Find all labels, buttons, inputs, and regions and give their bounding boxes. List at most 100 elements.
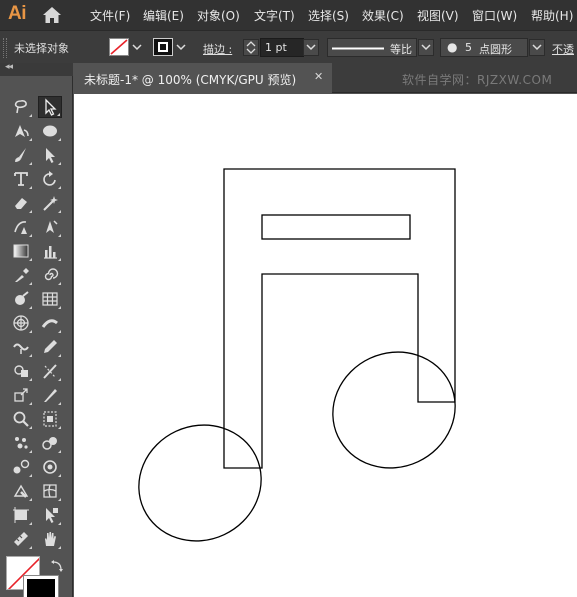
stroke-weight-stepper[interactable] xyxy=(243,39,259,56)
collapse-panel-icon[interactable]: ◂◂ xyxy=(5,62,13,72)
menu-bar: Ai 文件(F) 编辑(E) 对象(O) 文字(T) 选择(S) 效果(C) 视… xyxy=(0,0,577,30)
menu-help[interactable]: 帮助(H) xyxy=(531,7,573,24)
stepper-arrows-icon xyxy=(246,41,256,54)
symbol-shifter-tool-button[interactable] xyxy=(38,456,62,478)
print-tiling-tool-button[interactable] xyxy=(38,408,62,430)
live-paint-selection-icon xyxy=(46,508,58,523)
control-bar: 未选择对象 描边 : 1 pt 等比 ● 5 点圆形 不透 xyxy=(0,30,577,63)
menu-edit[interactable]: 编辑(E) xyxy=(143,7,184,24)
symbol-sprayer-tool-button[interactable] xyxy=(9,432,33,454)
symbolism-tool-button[interactable] xyxy=(38,432,62,454)
ellipse-tool-button[interactable] xyxy=(38,120,62,142)
eyedropper-tool-button[interactable] xyxy=(9,264,33,286)
tool-flyout-indicator xyxy=(58,450,61,453)
blob-brush-icon xyxy=(15,291,29,305)
tool-flyout-indicator xyxy=(58,354,61,357)
profile-dropdown[interactable] xyxy=(418,39,434,56)
tool-flyout-indicator xyxy=(58,498,61,501)
hand-tool-button[interactable] xyxy=(38,528,62,550)
brush-definition[interactable]: ● 5 点圆形 xyxy=(440,38,528,57)
measure-tool-button[interactable] xyxy=(9,528,33,550)
zoom-icon xyxy=(13,411,29,427)
pen-icon xyxy=(15,125,29,137)
brush-dropdown[interactable] xyxy=(529,39,545,56)
lasso-icon xyxy=(14,100,27,114)
warp-tool-button[interactable] xyxy=(9,336,33,358)
tool-flyout-indicator xyxy=(29,474,32,477)
menu-window[interactable]: 窗口(W) xyxy=(472,7,517,24)
menu-type[interactable]: 文字(T) xyxy=(254,7,295,24)
tool-flyout-indicator xyxy=(57,113,60,116)
mesh-tool-button[interactable] xyxy=(38,480,62,502)
swap-fill-stroke-icon[interactable] xyxy=(50,559,64,573)
stroke-weight-dropdown[interactable] xyxy=(303,39,319,56)
pencil-icon xyxy=(44,340,57,353)
watermark-text: 软件自学网：RJZXW.COM xyxy=(402,73,553,87)
hand-icon xyxy=(45,532,56,546)
fill-none-swatch[interactable] xyxy=(109,38,129,56)
stroke-label[interactable]: 描边 : xyxy=(203,41,232,57)
pen-tool-button[interactable] xyxy=(9,120,33,142)
type-tool-button[interactable] xyxy=(9,168,33,190)
paintbrush-tool-button[interactable] xyxy=(9,144,33,166)
home-icon[interactable] xyxy=(42,6,62,24)
grid-tool-button[interactable] xyxy=(38,288,62,310)
variable-width-profile[interactable]: 等比 xyxy=(327,38,417,57)
tool-flyout-indicator xyxy=(29,138,32,141)
zoom-tool-button[interactable] xyxy=(9,408,33,430)
width-tool-button[interactable] xyxy=(38,312,62,334)
chevron-down-icon xyxy=(306,44,316,51)
tool-flyout-indicator xyxy=(58,378,61,381)
tool-flyout-indicator xyxy=(29,234,32,237)
knife-tool-button[interactable] xyxy=(38,360,62,382)
artboard-canvas[interactable] xyxy=(74,94,577,597)
spiral-tool-button[interactable] xyxy=(38,264,62,286)
artboard-tool-button[interactable] xyxy=(9,504,33,526)
document-tab[interactable]: 未标题-1* @ 100% (CMYK/GPU 预览) ✕ xyxy=(74,63,332,93)
chevron-down-icon[interactable] xyxy=(131,41,143,53)
menu-effect[interactable]: 效果(C) xyxy=(362,7,404,24)
stroke-color-swatch[interactable] xyxy=(23,575,59,597)
knife-icon xyxy=(43,364,57,379)
none-slash-icon xyxy=(110,39,128,55)
slice-tool-button[interactable] xyxy=(38,384,62,406)
type-icon xyxy=(14,172,28,186)
tool-flyout-indicator xyxy=(58,234,61,237)
slice-icon xyxy=(44,389,57,402)
polar-grid-tool-button[interactable] xyxy=(9,312,33,334)
panel-grip[interactable] xyxy=(3,38,7,58)
tool-flyout-indicator xyxy=(29,498,32,501)
scale-tool-button[interactable] xyxy=(9,384,33,406)
selection-tool-tool-button[interactable] xyxy=(38,96,62,118)
blend-tool-button[interactable] xyxy=(9,456,33,478)
stroke-swatch-small[interactable] xyxy=(153,38,173,56)
anchor-pen-tool-button[interactable] xyxy=(38,216,62,238)
pencil-tool-button[interactable] xyxy=(38,336,62,358)
menu-select[interactable]: 选择(S) xyxy=(308,7,349,24)
tool-flyout-indicator xyxy=(29,330,32,333)
chevron-down-icon[interactable] xyxy=(175,41,187,53)
curvature-icon xyxy=(14,221,27,234)
stroke-weight-input[interactable]: 1 pt xyxy=(260,38,304,57)
tools-panel-header: ◂◂ xyxy=(0,62,73,76)
eraser-tool-button[interactable] xyxy=(9,192,33,214)
menu-file[interactable]: 文件(F) xyxy=(90,7,130,24)
blob-brush-tool-button[interactable] xyxy=(9,288,33,310)
close-icon[interactable]: ✕ xyxy=(314,70,323,83)
curvature-tool-button[interactable] xyxy=(9,216,33,238)
column-graph-tool-button[interactable] xyxy=(38,240,62,262)
shape-builder-tool-button[interactable] xyxy=(9,360,33,382)
menu-view[interactable]: 视图(V) xyxy=(417,7,459,24)
lasso-tool-button[interactable] xyxy=(9,96,33,118)
direct-selection-tool-button[interactable] xyxy=(38,144,62,166)
live-paint-selection-tool-button[interactable] xyxy=(38,504,62,526)
gradient-tool-button[interactable] xyxy=(9,240,33,262)
magic-wand-tool-button[interactable] xyxy=(38,192,62,214)
opacity-label[interactable]: 不透 xyxy=(552,41,574,57)
music-note-artwork[interactable] xyxy=(74,94,577,597)
tool-flyout-indicator xyxy=(58,306,61,309)
live-paint-tool-button[interactable] xyxy=(9,480,33,502)
menu-object[interactable]: 对象(O) xyxy=(197,7,240,24)
rotate-tool-button[interactable] xyxy=(38,168,62,190)
direct-selection-icon xyxy=(46,148,55,163)
